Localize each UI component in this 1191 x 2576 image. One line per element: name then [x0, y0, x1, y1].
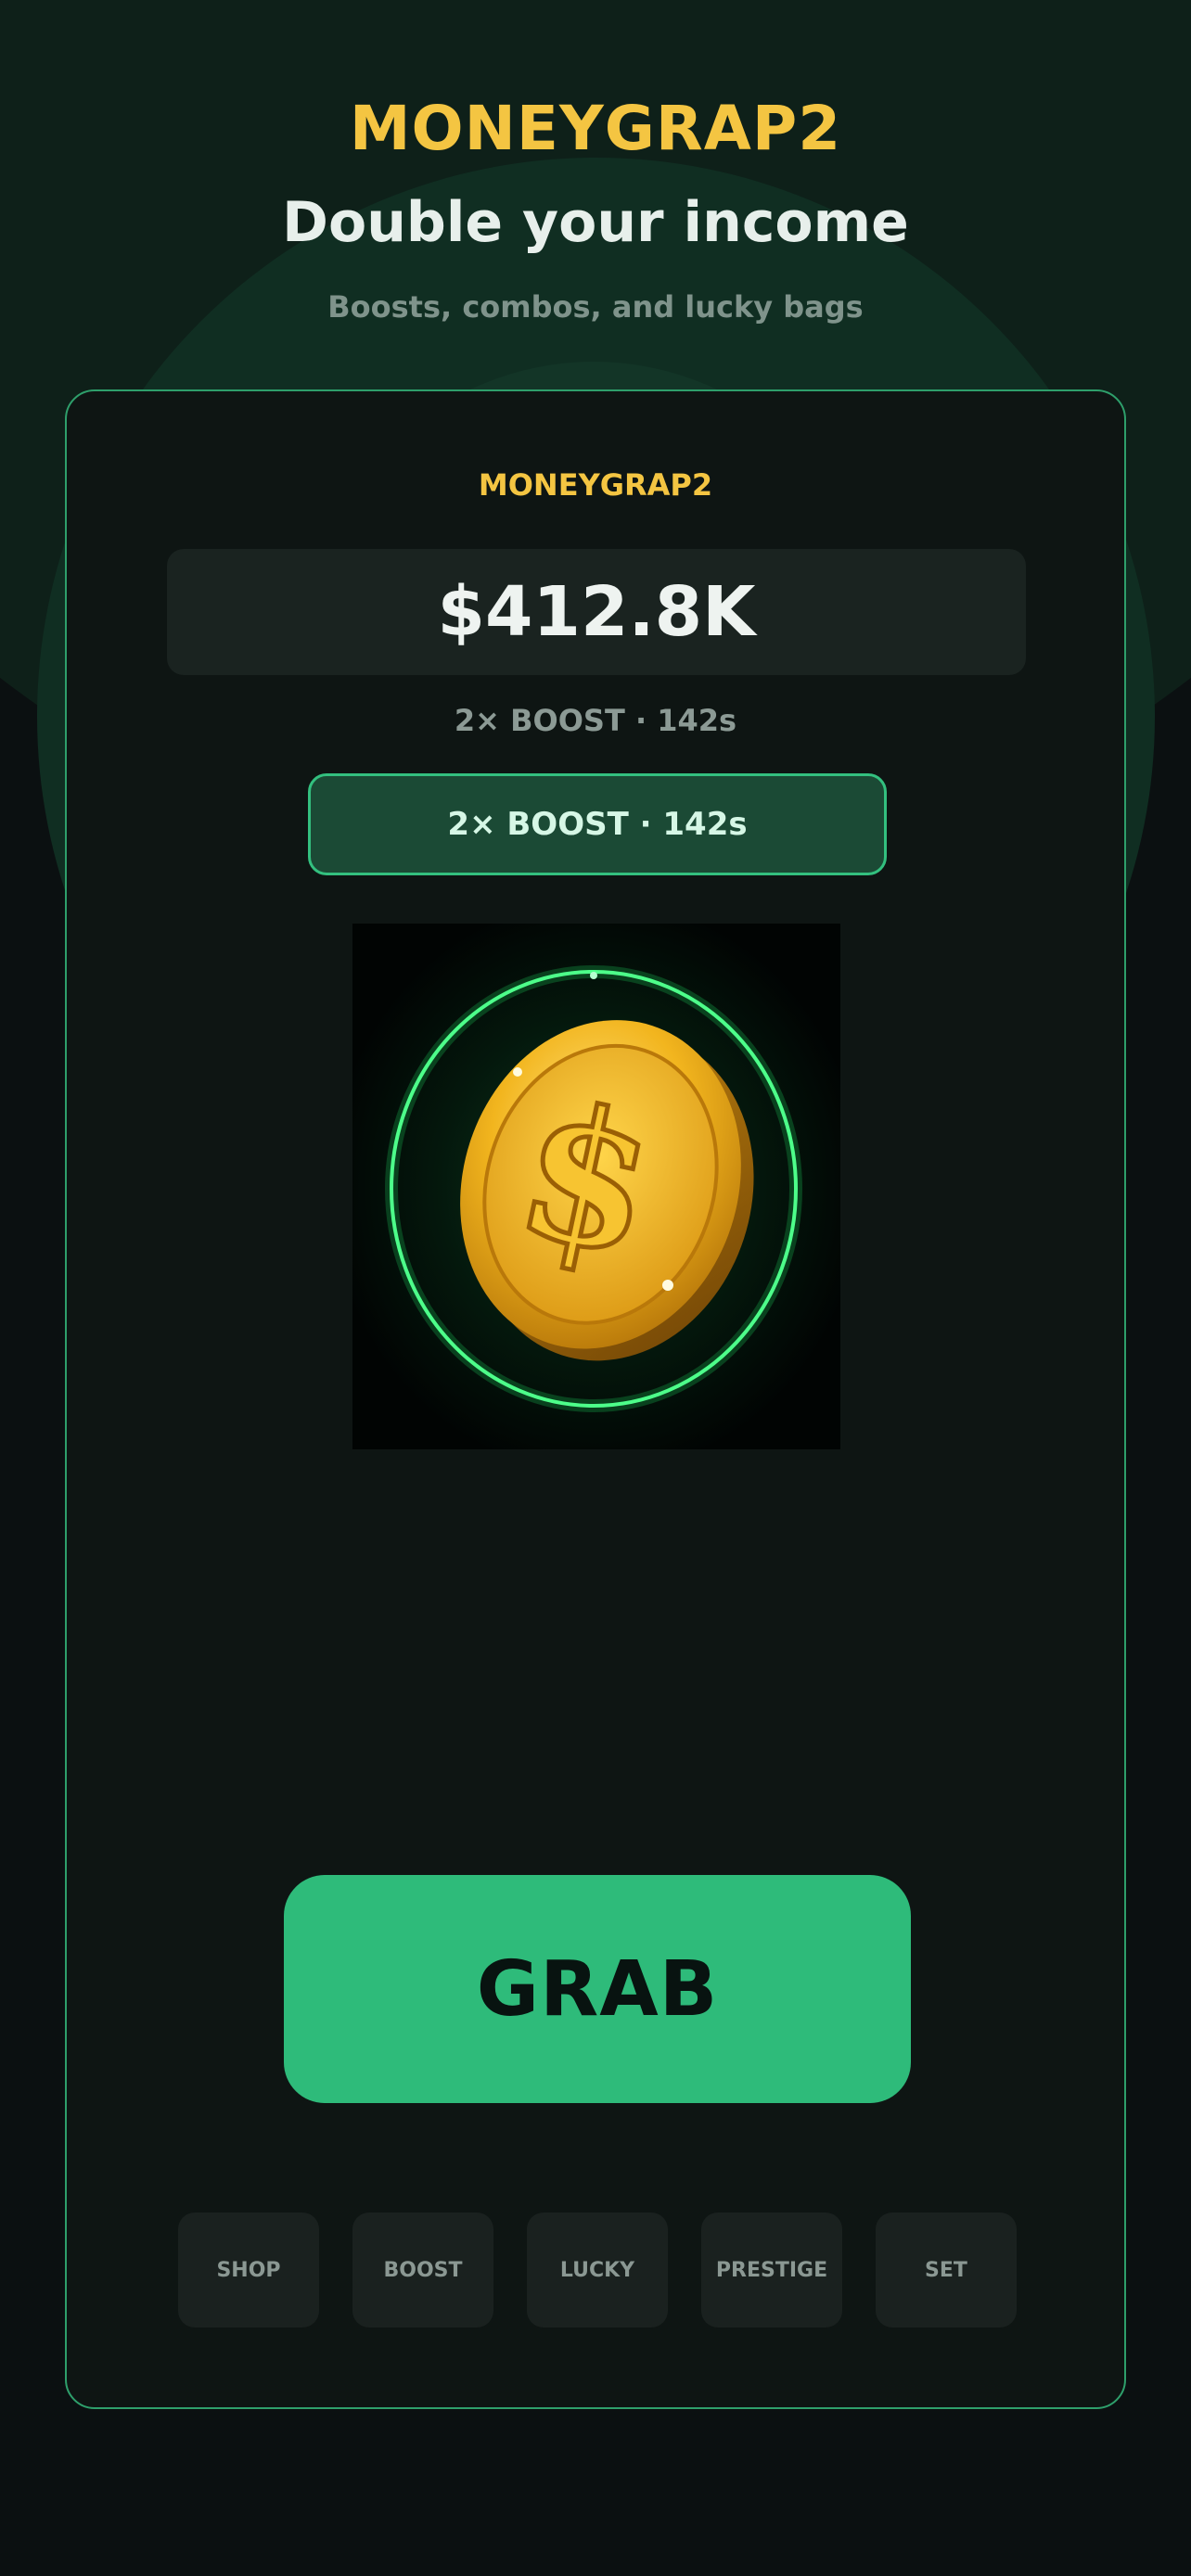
balance-value: $412.8K — [437, 572, 756, 652]
nav-lucky-button[interactable]: LUCKY — [527, 2213, 668, 2327]
game-card: MONEYGRAP2 $412.8K 2× BOOST · 142s 2× BO… — [65, 389, 1126, 2409]
subheadline: Boosts, combos, and lucky bags — [327, 289, 864, 325]
bottom-nav: SHOP BOOST LUCKY PRESTIGE SET — [178, 2213, 1017, 2327]
balance-box: $412.8K — [167, 549, 1026, 675]
boost-button[interactable]: 2× BOOST · 142s — [308, 773, 887, 875]
gold-dollar-coin-icon: $ — [352, 924, 840, 1449]
nav-boost-button[interactable]: BOOST — [352, 2213, 493, 2327]
card-title: MONEYGRAP2 — [478, 467, 713, 503]
nav-settings-button[interactable]: SET — [876, 2213, 1017, 2327]
nav-prestige-button[interactable]: PRESTIGE — [701, 2213, 842, 2327]
nav-shop-button[interactable]: SHOP — [178, 2213, 319, 2327]
app-title: MONEYGRAP2 — [349, 93, 842, 164]
grab-button[interactable]: GRAB — [284, 1875, 911, 2103]
boost-status-text: 2× BOOST · 142s — [454, 703, 737, 738]
headline: Double your income — [282, 190, 909, 255]
coin-image[interactable]: $ — [352, 924, 840, 1449]
